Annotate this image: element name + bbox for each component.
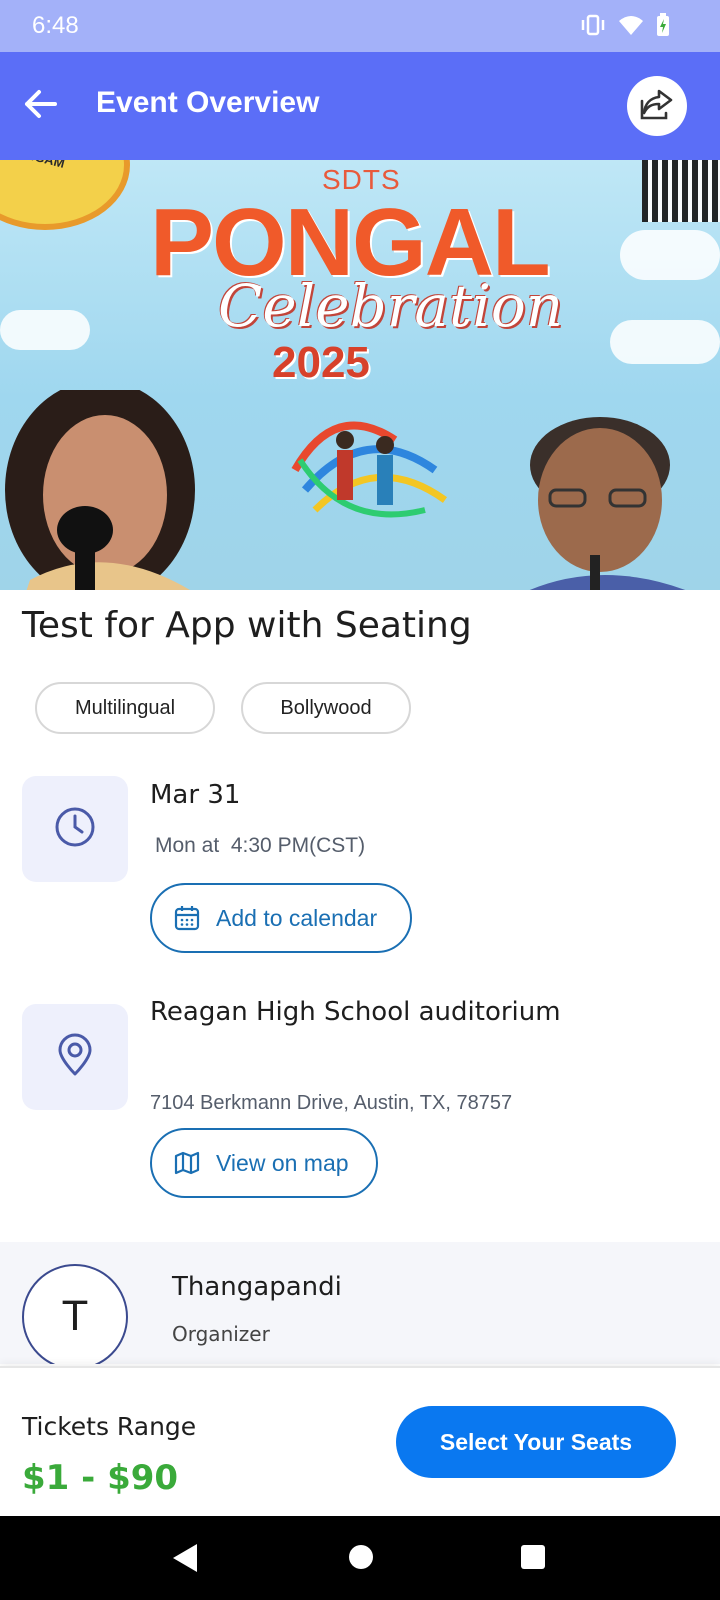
map-icon	[174, 1151, 200, 1175]
cloud-decoration	[0, 310, 90, 350]
circle-home-icon	[347, 1542, 375, 1577]
venue-address: 7104 Berkmann Drive, Austin, TX, 78757	[150, 1092, 513, 1114]
speaker-photo-left	[5, 390, 195, 590]
view-on-map-label: View on map	[216, 1149, 349, 1176]
speaker-photo-right	[530, 417, 685, 590]
status-time: 6:48	[32, 12, 79, 39]
tickets-range-label: Tickets Range	[22, 1412, 197, 1441]
event-title: Test for App with Seating	[22, 605, 472, 646]
arrow-left-icon	[23, 89, 57, 124]
organizer-name: Thangapandi	[172, 1272, 342, 1302]
share-icon	[639, 87, 675, 126]
battery-charging-icon	[656, 13, 670, 42]
cloud-decoration	[620, 230, 720, 280]
app-bar: Event Overview	[0, 52, 720, 160]
venue-name: Reagan High School auditorium	[150, 997, 561, 1027]
back-button[interactable]	[18, 84, 62, 128]
add-to-calendar-button[interactable]: Add to calendar	[150, 883, 412, 953]
square-recents-icon	[519, 1542, 547, 1577]
nav-home-button[interactable]	[347, 1542, 375, 1577]
qr-code	[642, 160, 720, 222]
triangle-back-icon	[170, 1542, 200, 1579]
location-pin-icon	[55, 1033, 95, 1082]
avatar: T	[22, 1264, 128, 1364]
status-icons	[580, 13, 670, 42]
share-button[interactable]	[627, 76, 687, 136]
date-icon-tile	[22, 776, 128, 882]
organizer-role: Organizer	[172, 1322, 270, 1346]
tag-chip[interactable]: Bollywood	[241, 682, 411, 734]
event-banner-image: TAMIL SANGAM SDTS PONGAL Celebration 202…	[0, 160, 720, 590]
event-date: Mar 31	[150, 780, 241, 810]
location-icon-tile	[22, 1004, 128, 1110]
calendar-icon	[174, 905, 200, 931]
clock-icon	[53, 805, 97, 854]
organization-logo: TAMIL SANGAM	[0, 160, 130, 230]
event-time: Mon at 4:30 PM(CST)	[155, 834, 366, 857]
vibrate-icon	[580, 14, 606, 41]
nav-back-button[interactable]	[170, 1542, 200, 1579]
tag-chip[interactable]: Multilingual	[35, 682, 215, 734]
system-nav-bar	[0, 1516, 720, 1600]
cloud-decoration	[610, 320, 720, 364]
tickets-price-range: $1 - $90	[22, 1458, 179, 1498]
dancers-illustration	[291, 421, 448, 518]
ticket-bottom-bar: Tickets Range $1 - $90 Select Your Seats	[0, 1366, 720, 1516]
wifi-icon	[618, 14, 644, 41]
status-bar: 6:48	[0, 0, 720, 52]
add-to-calendar-label: Add to calendar	[216, 904, 378, 931]
banner-year: 2025	[272, 338, 370, 387]
logo-text: TAMIL SANGAM	[0, 160, 66, 171]
nav-recents-button[interactable]	[519, 1542, 547, 1577]
view-on-map-button[interactable]: View on map	[150, 1128, 378, 1198]
select-seats-button[interactable]: Select Your Seats	[396, 1406, 676, 1478]
banner-subtitle: Celebration	[218, 272, 564, 340]
page-title: Event Overview	[96, 86, 320, 119]
organizer-card[interactable]: T Thangapandi Organizer	[0, 1242, 720, 1364]
